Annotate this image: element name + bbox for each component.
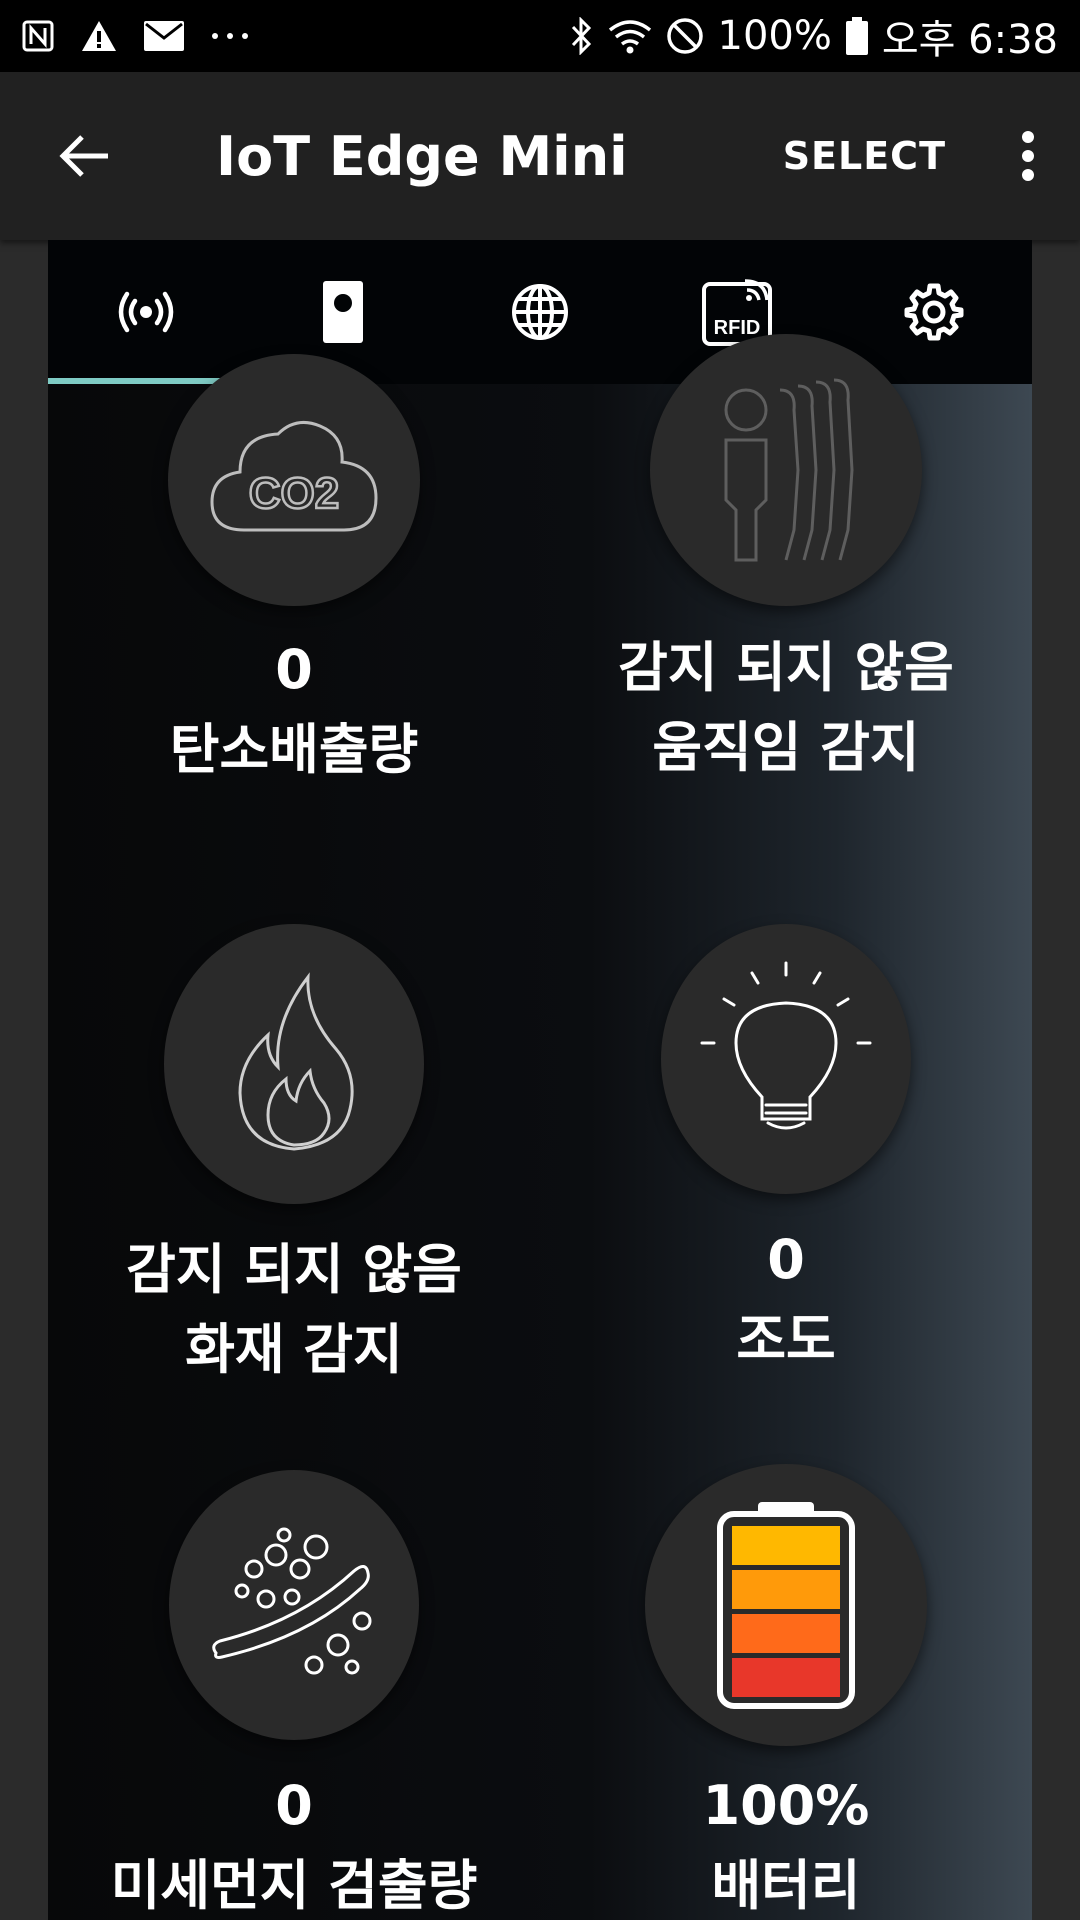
co2-cloud-icon: CO2 bbox=[168, 354, 420, 606]
mail-icon bbox=[144, 21, 184, 51]
battery-bar bbox=[732, 1570, 840, 1609]
sensor-tile-illuminance[interactable]: 0 조도 bbox=[540, 924, 1032, 1380]
battery-bar bbox=[732, 1526, 840, 1565]
arrow-left-icon bbox=[59, 135, 108, 177]
sensor-label: 움직임 감지 bbox=[652, 716, 920, 779]
status-bar: 100% 오후 6:38 bbox=[0, 0, 1080, 72]
nfc-icon bbox=[22, 20, 54, 52]
sensor-tile-fire[interactable]: 감지 되지 않음 화재 감지 bbox=[48, 924, 540, 1390]
sensor-panel: RFID CO2 0 탄소배출량 감지 되지 않음 움직임 감지 감지 되지 않… bbox=[48, 240, 1032, 1920]
light-bulb-icon bbox=[661, 924, 911, 1194]
sensor-label: 화재 감지 bbox=[185, 1318, 403, 1381]
overflow-menu-button[interactable] bbox=[998, 96, 1058, 216]
sensor-value: 0 bbox=[767, 1228, 805, 1291]
warning-icon bbox=[80, 19, 118, 53]
sensor-grid: CO2 0 탄소배출량 감지 되지 않음 움직임 감지 감지 되지 않음 화재 … bbox=[48, 334, 1032, 1920]
sensor-value: 0 bbox=[275, 638, 313, 701]
sensor-label: 조도 bbox=[736, 1308, 836, 1371]
more-dots-icon bbox=[210, 31, 250, 41]
sensor-label: 미세먼지 검출량 bbox=[110, 1854, 478, 1917]
globe-icon bbox=[511, 284, 568, 340]
svg-text:CO2: CO2 bbox=[249, 469, 339, 518]
select-button[interactable]: SELECT bbox=[783, 134, 946, 178]
sensor-value: 0 bbox=[275, 1774, 313, 1837]
sensor-label: 배터리 bbox=[711, 1854, 861, 1917]
sensor-value: 감지 되지 않음 bbox=[126, 1238, 462, 1301]
app-bar: IoT Edge Mini SELECT bbox=[0, 72, 1080, 240]
sensor-tile-fine-dust[interactable]: 0 미세먼지 검출량 bbox=[48, 1470, 540, 1920]
dnd-icon bbox=[666, 17, 704, 55]
gear-icon bbox=[904, 283, 964, 341]
battery-bar bbox=[732, 1658, 840, 1697]
back-button[interactable] bbox=[24, 96, 144, 216]
tab-bar: RFID bbox=[48, 240, 1032, 384]
sensor-tile-battery[interactable]: 100% 배터리 bbox=[540, 1464, 1032, 1920]
sensor-label: 탄소배출량 bbox=[169, 718, 419, 781]
tab-network[interactable] bbox=[442, 240, 639, 384]
device-icon bbox=[323, 281, 364, 343]
battery-level-icon bbox=[645, 1464, 927, 1746]
sensor-value: 감지 되지 않음 bbox=[618, 636, 954, 699]
motion-person-icon bbox=[650, 334, 922, 606]
wifi-icon bbox=[608, 18, 652, 54]
app-title: IoT Edge Mini bbox=[216, 124, 628, 188]
sensor-tile-co2[interactable]: CO2 0 탄소배출량 bbox=[48, 354, 540, 790]
broadcast-icon bbox=[119, 291, 174, 333]
battery-icon bbox=[845, 17, 868, 55]
dust-particles-icon bbox=[169, 1470, 419, 1740]
more-vert-icon bbox=[1022, 131, 1034, 181]
sensor-tile-motion[interactable]: 감지 되지 않음 움직임 감지 bbox=[540, 334, 1032, 788]
bluetooth-icon bbox=[570, 17, 594, 55]
flame-icon bbox=[164, 924, 424, 1204]
battery-bar bbox=[732, 1614, 840, 1653]
rfid-text: RFID bbox=[713, 317, 760, 339]
tab-sensors[interactable] bbox=[48, 240, 245, 384]
status-time: 오후 6:38 bbox=[881, 17, 1058, 63]
sensor-value: 100% bbox=[702, 1774, 870, 1837]
battery-percent: 100% bbox=[717, 13, 832, 59]
